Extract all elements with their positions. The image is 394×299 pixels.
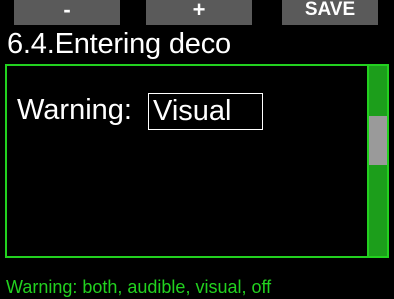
warning-label: Warning: bbox=[17, 94, 132, 126]
page-title: 6.4.Entering deco bbox=[7, 28, 231, 60]
decrease-button[interactable]: - bbox=[14, 0, 120, 25]
softkey-bar: - + SAVE bbox=[0, 0, 394, 30]
save-button[interactable]: SAVE bbox=[282, 0, 378, 25]
scrollbar-thumb[interactable] bbox=[369, 116, 387, 165]
warning-value-field[interactable]: Visual bbox=[148, 93, 263, 130]
options-hint: Warning: both, audible, visual, off bbox=[6, 277, 272, 297]
increase-button[interactable]: + bbox=[146, 0, 252, 25]
